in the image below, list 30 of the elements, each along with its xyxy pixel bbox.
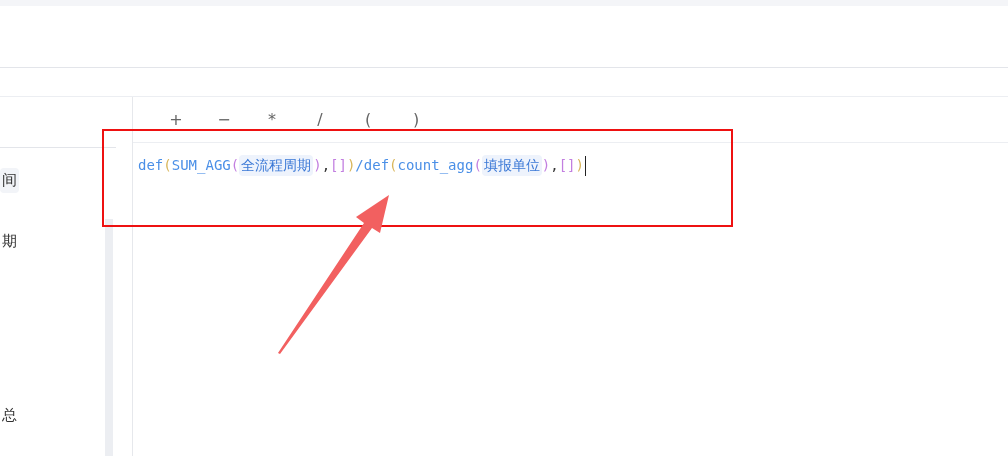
operator-button[interactable]: + bbox=[167, 107, 185, 132]
code-token: /def bbox=[355, 156, 390, 175]
code-token: def bbox=[138, 156, 164, 175]
code-token: SUM_AGG bbox=[171, 156, 231, 176]
scrollbar[interactable] bbox=[105, 219, 113, 456]
code-token: count_agg bbox=[397, 156, 474, 176]
code-token: ) bbox=[575, 156, 584, 175]
operator-button[interactable]: ) bbox=[407, 107, 425, 132]
code-token: ) bbox=[541, 156, 551, 175]
code-token: [] bbox=[558, 156, 576, 175]
field-list-item[interactable]: 总 bbox=[0, 403, 19, 428]
formula-editor[interactable]: def(SUM_AGG(全流程周期),[])/def(count_agg(填报单位),[]) bbox=[133, 143, 1008, 176]
operator-button[interactable]: ( bbox=[359, 107, 377, 132]
code-token: , bbox=[550, 156, 559, 175]
code-token: ( bbox=[163, 156, 172, 173]
code-token: ( bbox=[473, 156, 482, 175]
field-list-item[interactable]: 间 bbox=[0, 168, 19, 193]
field-token: 填报单位 bbox=[481, 155, 542, 176]
field-token: 全流程周期 bbox=[239, 155, 314, 176]
field-list-item[interactable]: 期 bbox=[0, 228, 19, 253]
code-token: ) bbox=[346, 156, 356, 175]
code-token: ( bbox=[389, 156, 398, 175]
operator-button[interactable]: − bbox=[215, 107, 233, 132]
code-token: , bbox=[321, 156, 331, 175]
code-token: ( bbox=[230, 156, 240, 175]
code-token: [] bbox=[330, 156, 347, 175]
operator-button[interactable]: * bbox=[263, 107, 281, 132]
text-cursor bbox=[585, 155, 587, 176]
code-token: ) bbox=[313, 156, 322, 175]
operator-button[interactable]: / bbox=[311, 107, 329, 132]
